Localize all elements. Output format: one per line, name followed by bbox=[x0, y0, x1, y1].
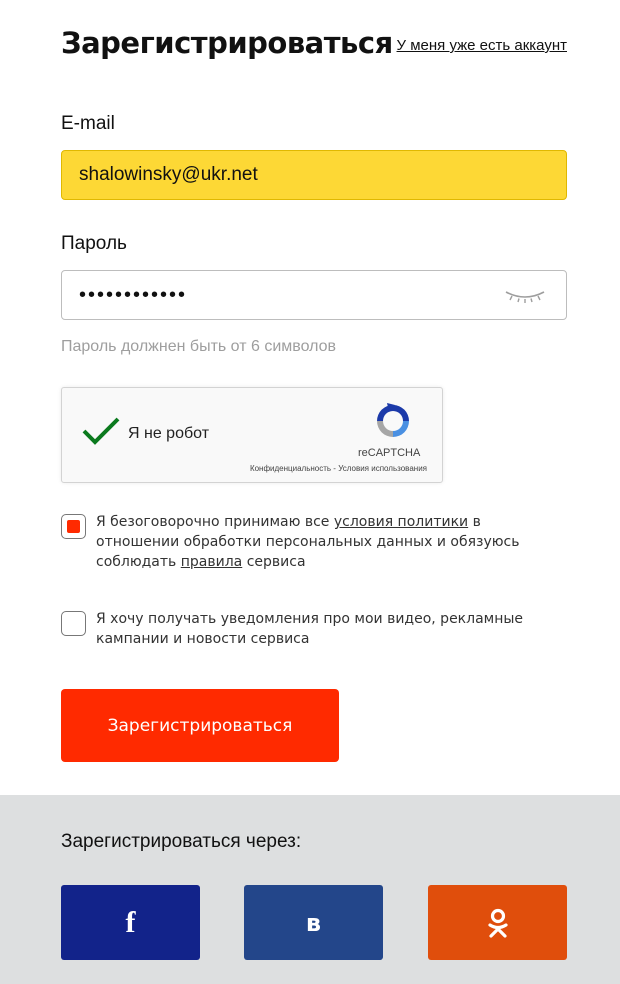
notifications-checkbox[interactable] bbox=[61, 611, 86, 636]
odnoklassniki-icon bbox=[487, 908, 508, 938]
policy-link[interactable]: условия политики bbox=[334, 514, 468, 530]
email-field[interactable] bbox=[62, 151, 566, 199]
header: Зарегистрироваться У меня уже есть аккау… bbox=[61, 26, 567, 66]
login-link[interactable]: У меня уже есть аккаунт bbox=[397, 37, 567, 54]
rules-link[interactable]: правила bbox=[181, 554, 243, 570]
vk-icon: в bbox=[305, 908, 322, 937]
eye-closed-icon[interactable] bbox=[504, 288, 546, 304]
password-field[interactable] bbox=[62, 271, 566, 319]
social-title: Зарегистрироваться через: bbox=[61, 831, 302, 852]
terms-text: Я безоговорочно принимаю все условия пол… bbox=[96, 514, 520, 570]
social-section: Зарегистрироваться через: f в bbox=[0, 795, 620, 984]
terms-checkbox[interactable] bbox=[61, 514, 86, 539]
facebook-button[interactable]: f bbox=[61, 885, 200, 960]
odnoklassniki-button[interactable] bbox=[428, 885, 567, 960]
page-title: Зарегистрироваться bbox=[61, 26, 393, 60]
email-label: E-mail bbox=[61, 113, 115, 134]
terms-row: Я безоговорочно принимаю все условия пол… bbox=[61, 512, 567, 576]
password-label: Пароль bbox=[61, 233, 127, 254]
checkmark-icon[interactable] bbox=[82, 416, 120, 446]
email-field-wrapper bbox=[61, 150, 567, 200]
notifications-row: Я хочу получать уведомления про мои виде… bbox=[61, 609, 567, 653]
vk-button[interactable]: в bbox=[244, 885, 383, 960]
recaptcha-logo-icon bbox=[377, 403, 409, 437]
notifications-text: Я хочу получать уведомления про мои виде… bbox=[96, 611, 524, 647]
recaptcha-widget[interactable]: Я не робот reCAPTCHA Конфиденциальность … bbox=[61, 387, 443, 483]
password-field-wrapper bbox=[61, 270, 567, 320]
facebook-icon: f bbox=[125, 905, 136, 939]
recaptcha-brand: reCAPTCHA bbox=[358, 447, 421, 459]
password-hint: Пароль должнен быть от 6 символов bbox=[61, 338, 337, 355]
register-button[interactable]: Зарегистрироваться bbox=[61, 689, 339, 762]
recaptcha-links[interactable]: Конфиденциальность - Условия использован… bbox=[250, 464, 427, 473]
captcha-label: Я не робот bbox=[128, 425, 210, 442]
